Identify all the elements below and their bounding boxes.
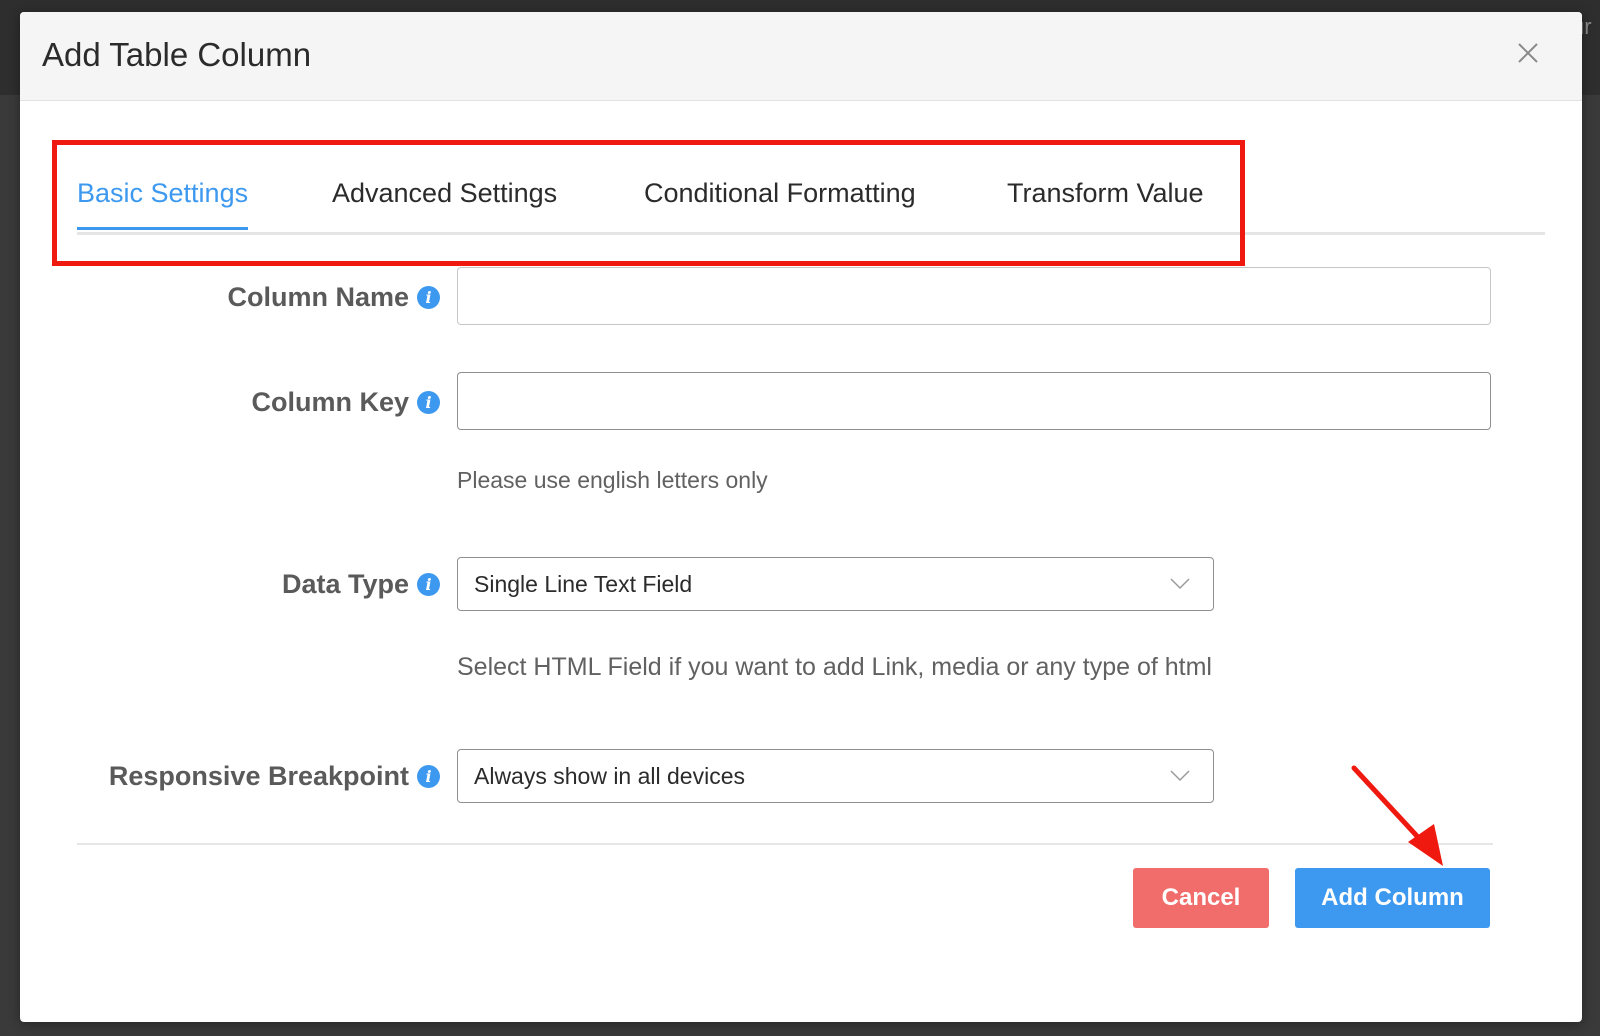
responsive-breakpoint-label-text: Responsive Breakpoint <box>108 761 409 791</box>
chevron-down-icon <box>1170 578 1190 590</box>
responsive-breakpoint-selected-value: Always show in all devices <box>474 763 746 789</box>
responsive-breakpoint-label: Responsive Breakpoint i <box>109 761 440 792</box>
data-type-selected-value: Single Line Text Field <box>474 571 693 597</box>
tab-transform-value[interactable]: Transform Value <box>1007 178 1204 227</box>
data-type-label: Data Type i <box>282 569 440 600</box>
column-key-label-text: Column Key <box>251 387 409 417</box>
modal-title: Add Table Column <box>42 36 312 73</box>
add-column-button[interactable]: Add Column <box>1295 868 1490 928</box>
column-name-input[interactable] <box>457 267 1491 325</box>
column-key-label: Column Key i <box>251 387 440 418</box>
footer-divider <box>77 843 1493 845</box>
column-name-label: Column Name i <box>227 282 440 313</box>
tab-advanced-settings[interactable]: Advanced Settings <box>332 178 557 227</box>
settings-tabs: Basic Settings Advanced Settings Conditi… <box>77 170 1545 235</box>
close-icon <box>1518 43 1538 63</box>
tab-conditional-formatting[interactable]: Conditional Formatting <box>644 178 916 227</box>
info-icon[interactable]: i <box>417 391 440 414</box>
column-key-input[interactable] <box>457 372 1491 430</box>
data-type-helper-text: Select HTML Field if you want to add Lin… <box>457 653 1212 681</box>
responsive-breakpoint-select[interactable]: Always show in all devices <box>457 749 1214 803</box>
info-icon[interactable]: i <box>417 573 440 596</box>
modal-header: Add Table Column <box>20 12 1582 101</box>
data-type-select[interactable]: Single Line Text Field <box>457 557 1214 611</box>
chevron-down-icon <box>1170 770 1190 782</box>
tab-basic-settings[interactable]: Basic Settings <box>77 178 249 230</box>
column-name-label-text: Column Name <box>227 282 409 312</box>
info-icon[interactable]: i <box>417 765 440 788</box>
add-column-modal: Add Table Column Basic Settings Advanced… <box>20 12 1582 1022</box>
data-type-label-text: Data Type <box>281 569 409 599</box>
close-button[interactable] <box>1514 39 1542 67</box>
info-icon[interactable]: i <box>417 286 440 309</box>
column-key-helper-text: Please use english letters only <box>457 467 768 493</box>
cancel-button[interactable]: Cancel <box>1133 868 1269 928</box>
